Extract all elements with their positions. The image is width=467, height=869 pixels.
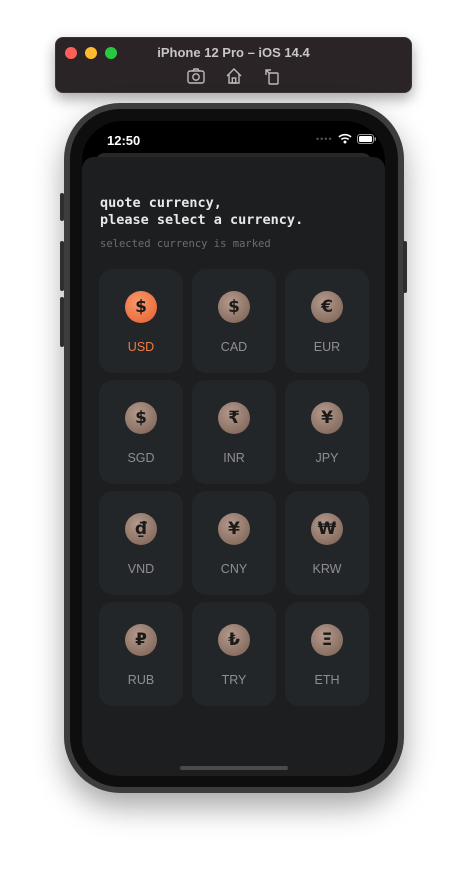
camera-icon[interactable]	[186, 66, 206, 86]
currency-code: KRW	[312, 562, 342, 576]
currency-tile-vnd[interactable]: ₫ VND	[99, 491, 183, 595]
currency-code: TRY	[221, 673, 247, 687]
simulator-title-bar: iPhone 12 Pro – iOS 14.4	[55, 37, 412, 93]
currency-tile-cad[interactable]: $ CAD	[192, 269, 276, 373]
ethereum-icon: Ξ	[311, 624, 343, 656]
currency-code: CAD	[220, 340, 248, 354]
won-icon: ₩	[311, 513, 343, 545]
currency-code: EUR	[313, 340, 341, 354]
dollar-icon: $	[125, 291, 157, 323]
volume-up-button	[60, 241, 64, 291]
currency-tile-rub[interactable]: ₽ RUB	[99, 602, 183, 706]
currency-code: JPY	[315, 451, 339, 465]
ruble-icon: ₽	[125, 624, 157, 656]
currency-tile-jpy[interactable]: ¥ JPY	[285, 380, 369, 484]
currency-code: VND	[127, 562, 155, 576]
currency-tile-inr[interactable]: ₹ INR	[192, 380, 276, 484]
currency-tile-krw[interactable]: ₩ KRW	[285, 491, 369, 595]
power-button	[403, 241, 407, 293]
currency-tile-usd[interactable]: $ USD	[99, 269, 183, 373]
lira-icon: ₺	[218, 624, 250, 656]
currency-code: INR	[223, 451, 245, 465]
yen-icon: ¥	[311, 402, 343, 434]
cellular-signal-icon: ••••	[316, 133, 333, 144]
currency-tile-eur[interactable]: € EUR	[285, 269, 369, 373]
volume-down-button	[60, 297, 64, 347]
simulator-title: iPhone 12 Pro – iOS 14.4	[157, 45, 310, 60]
currency-tile-cny[interactable]: ¥ CNY	[192, 491, 276, 595]
currency-tile-try[interactable]: ₺ TRY	[192, 602, 276, 706]
dollar-icon: $	[125, 402, 157, 434]
dollar-icon: $	[218, 291, 250, 323]
rupee-icon: ₹	[218, 402, 250, 434]
home-indicator[interactable]	[180, 766, 288, 770]
currency-code: RUB	[127, 673, 155, 687]
status-time: 12:50	[107, 133, 141, 148]
currency-code: USD	[127, 340, 155, 354]
yuan-icon: ¥	[218, 513, 250, 545]
page-subtitle: selected currency is marked	[100, 238, 271, 250]
euro-icon: €	[311, 291, 343, 323]
notch	[152, 121, 315, 147]
currency-code: SGD	[127, 451, 155, 465]
battery-icon	[356, 133, 377, 144]
currency-code: ETH	[314, 673, 340, 687]
home-icon[interactable]	[224, 66, 244, 86]
wifi-icon	[338, 133, 352, 144]
rotate-icon[interactable]	[262, 66, 282, 86]
currency-tile-eth[interactable]: Ξ ETH	[285, 602, 369, 706]
page-title: quote currency, please select a currency…	[100, 195, 304, 228]
mute-switch	[60, 193, 64, 221]
currency-code: CNY	[220, 562, 248, 576]
dong-icon: ₫	[125, 513, 157, 545]
currency-tile-sgd[interactable]: $ SGD	[99, 380, 183, 484]
status-icons: ••••	[316, 133, 377, 144]
